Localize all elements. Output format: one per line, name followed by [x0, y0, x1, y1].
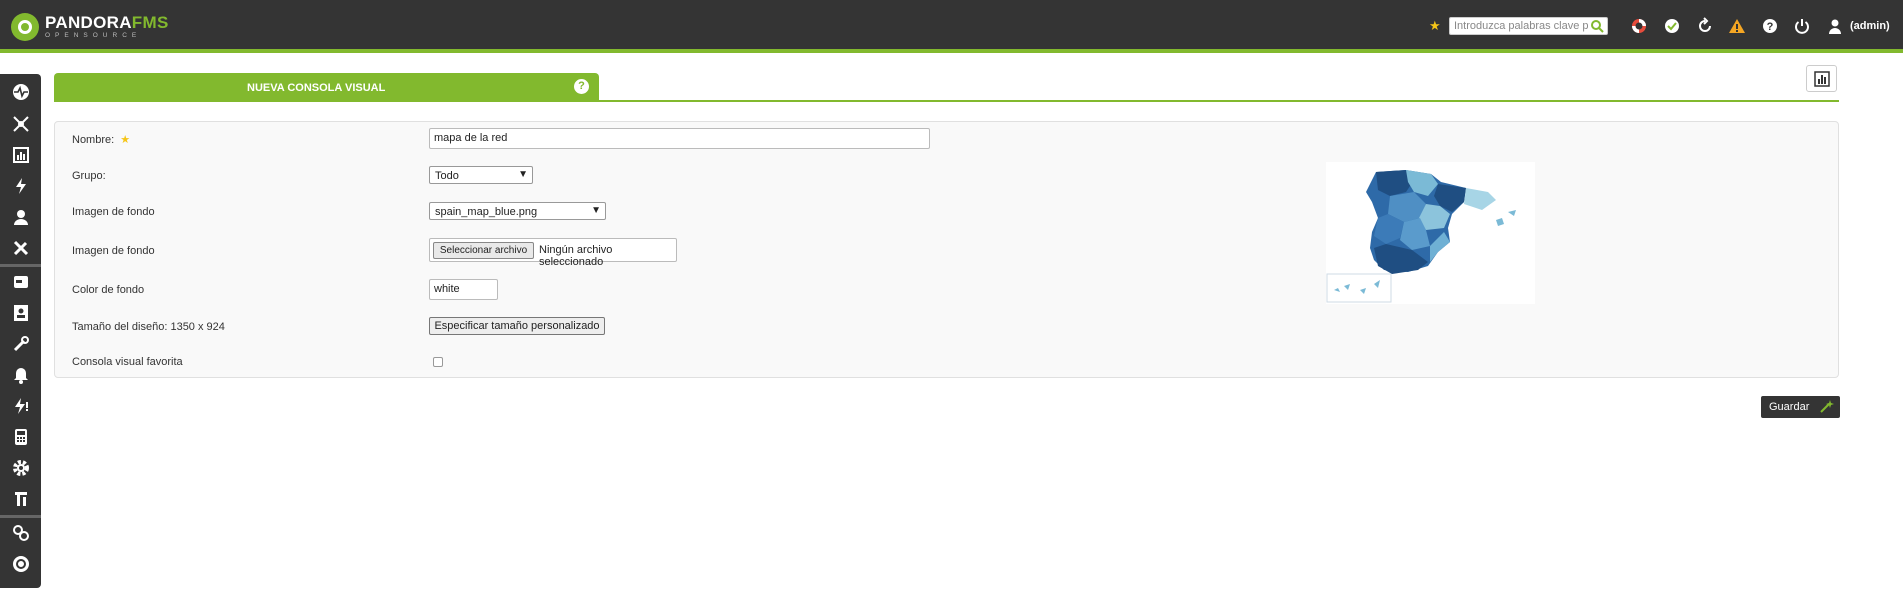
group-select[interactable]: Todo ▼	[429, 166, 533, 184]
warning-icon[interactable]	[1728, 17, 1746, 35]
user-icon[interactable]	[1826, 17, 1844, 35]
extensions-icon[interactable]	[0, 484, 41, 514]
setup-icon[interactable]	[0, 329, 41, 359]
search-input[interactable]: Introduzca palabras clave p	[1449, 17, 1608, 35]
form-panel	[54, 121, 1839, 378]
events-icon[interactable]	[0, 171, 41, 201]
save-button-label: Guardar	[1769, 401, 1810, 413]
group-label: Grupo:	[72, 170, 106, 182]
chart-icon	[1813, 70, 1830, 87]
servers-icon[interactable]	[0, 267, 41, 297]
refresh-icon[interactable]	[1696, 17, 1714, 35]
user-label[interactable]: (admin)	[1850, 20, 1890, 32]
file-input[interactable]: Seleccionar archivo Ningún archivo selec…	[429, 238, 677, 268]
file-status: Ningún archivo seleccionado	[539, 244, 613, 268]
sidebar	[0, 74, 41, 588]
custom-size-button[interactable]: Especificar tamaño personalizado	[429, 317, 605, 335]
bg-color-input[interactable]: white	[429, 279, 498, 300]
help-icon[interactable]: ?	[1761, 17, 1779, 35]
logo-accent: FMS	[131, 13, 169, 33]
page-title: NUEVA CONSOLA VISUAL	[247, 82, 386, 94]
logo-icon	[11, 13, 39, 41]
name-label: Nombre: ★	[72, 134, 131, 146]
pandora-icon[interactable]	[0, 549, 41, 579]
required-star-icon: ★	[120, 134, 131, 146]
power-icon[interactable]	[1793, 17, 1811, 35]
search-icon[interactable]	[1590, 19, 1604, 33]
logo-subtitle: OPENSOURCE	[45, 32, 142, 40]
bg-image-select[interactable]: spain_map_blue.png ▼	[429, 202, 606, 220]
links-icon[interactable]	[0, 518, 41, 548]
background-preview-image	[1326, 162, 1535, 304]
visual-console-list-button[interactable]	[1806, 65, 1837, 92]
favorite-label: Consola visual favorita	[72, 356, 183, 368]
page-header: NUEVA CONSOLA VISUAL ?	[54, 73, 599, 100]
help-icon[interactable]: ?	[574, 79, 589, 94]
bg-upload-label: Imagen de fondo	[72, 245, 155, 257]
check-icon[interactable]	[1663, 17, 1681, 35]
pandora-logo[interactable]: PANDORAFMS OPENSOURCE	[11, 12, 169, 42]
calculator-icon[interactable]	[0, 422, 41, 452]
bg-image-label: Imagen de fondo	[72, 206, 155, 218]
profile-icon[interactable]	[0, 298, 41, 328]
dropdown-arrow-icon: ▼	[518, 169, 528, 180]
lifebuoy-icon[interactable]	[1630, 17, 1648, 35]
name-input[interactable]: mapa de la red	[429, 128, 930, 149]
topology-icon[interactable]	[0, 109, 41, 139]
header-divider	[54, 100, 1839, 102]
select-file-button[interactable]: Seleccionar archivo	[433, 242, 534, 259]
reporting-icon[interactable]	[0, 140, 41, 170]
svg-text:?: ?	[1767, 21, 1774, 33]
dropdown-arrow-icon: ▼	[591, 205, 601, 216]
users-icon[interactable]	[0, 202, 41, 232]
wand-icon	[1820, 400, 1834, 413]
gear-icon[interactable]	[0, 453, 41, 483]
top-bar: PANDORAFMS OPENSOURCE ★ Introduzca palab…	[0, 0, 1903, 53]
size-label: Tamaño del diseño: 1350 x 924	[72, 321, 225, 333]
monitoring-icon[interactable]	[0, 77, 41, 107]
favorite-checkbox[interactable]	[433, 357, 443, 367]
logo-text: PANDORA	[45, 13, 132, 33]
bolt-alert-icon[interactable]	[0, 391, 41, 421]
star-icon[interactable]: ★	[1429, 18, 1441, 34]
alerts-icon[interactable]	[0, 360, 41, 390]
bg-color-label: Color de fondo	[72, 284, 145, 296]
save-button[interactable]: Guardar	[1761, 396, 1840, 418]
tools-icon[interactable]	[0, 233, 41, 263]
